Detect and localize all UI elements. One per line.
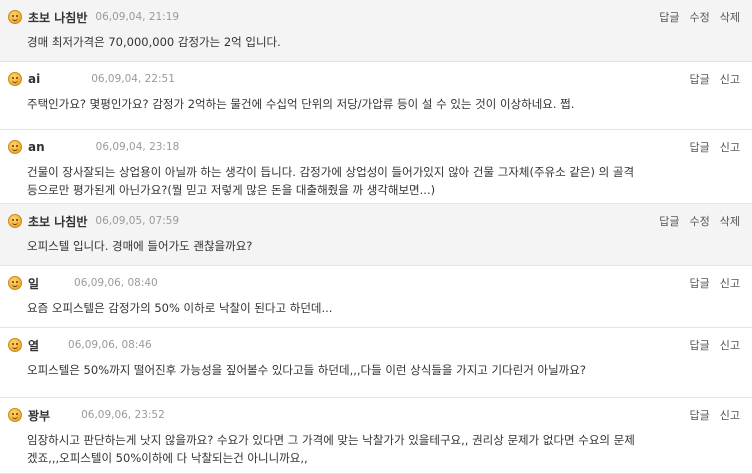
- comment-header: an 06,09,04, 23:18: [8, 139, 179, 155]
- comment-date: 06,09,06, 08:40: [74, 277, 158, 289]
- comment-author[interactable]: 열: [28, 337, 39, 354]
- report-button[interactable]: 신고: [720, 337, 740, 353]
- comment-date: 06,09,06, 23:52: [81, 409, 165, 421]
- comment-actions: 답글 신고: [680, 275, 741, 291]
- reply-button[interactable]: 답글: [690, 71, 710, 87]
- comment-date: 06,09,04, 22:51: [91, 73, 175, 85]
- report-button[interactable]: 신고: [720, 71, 740, 87]
- smiley-avatar-icon: [8, 10, 22, 24]
- report-button[interactable]: 신고: [720, 275, 740, 291]
- comment-item: 초보 나침반 06,09,05, 07:59 답글 수정 삭제오피스텔 입니다. 경매에…: [0, 204, 752, 266]
- comment-header: 초보 나침반 06,09,04, 21:19: [8, 9, 179, 25]
- comment-date: 06,09,04, 21:19: [95, 11, 180, 23]
- author-name-redaction: [41, 71, 84, 87]
- author-name-redaction: [45, 139, 88, 155]
- reply-button[interactable]: 답글: [659, 9, 679, 25]
- comment-header: 일 06,09,06, 08:40: [8, 275, 158, 291]
- smiley-avatar-icon: [8, 338, 22, 352]
- comment-header: ai 06,09,04, 22:51: [8, 71, 175, 87]
- comment-header: 열 06,09,06, 08:46: [8, 337, 152, 353]
- author-name-redaction: [40, 275, 67, 291]
- comment-item: an 06,09,04, 23:18 답글 신고건물이 장사잘되는 상업용이 아닐까 …: [0, 130, 752, 204]
- reply-button[interactable]: 답글: [690, 139, 710, 155]
- comment-item: 일 06,09,06, 08:40 답글 신고요즘 오피스텔은 감정가의 50% 이하…: [0, 266, 752, 328]
- comment-author[interactable]: 초보 나침반: [28, 213, 87, 230]
- smiley-avatar-icon: [8, 72, 22, 86]
- smiley-avatar-icon: [8, 214, 22, 228]
- comment-date: 06,09,05, 07:59: [95, 215, 180, 227]
- comment-actions: 답글 수정 삭제: [649, 9, 740, 25]
- comment-actions: 답글 신고: [680, 139, 741, 155]
- delete-button[interactable]: 삭제: [720, 213, 740, 229]
- author-name-redaction: [51, 407, 74, 423]
- comment-author[interactable]: an: [28, 140, 45, 154]
- comment-text: 건물이 장사잘되는 상업용이 아닐까 하는 생각이 듭니다. 감정가에 상업성이…: [27, 165, 635, 197]
- comment-item: ai 06,09,04, 22:51 답글 신고주택인가요? 몇평인가요? 감정가 2…: [0, 62, 752, 130]
- report-button[interactable]: 신고: [720, 407, 740, 423]
- edit-button[interactable]: 수정: [690, 9, 710, 25]
- comment-item: 꽝부 06,09,06, 23:52 답글 신고임장하시고 판단하는게 낫지 않을까요…: [0, 398, 752, 474]
- comment-item: 열 06,09,06, 08:46 답글 신고오피스텔은 50%까지 떨어진후 가능성…: [0, 328, 752, 398]
- smiley-avatar-icon: [8, 408, 22, 422]
- comment-actions: 답글 신고: [680, 337, 741, 353]
- reply-button[interactable]: 답글: [690, 337, 710, 353]
- edit-button[interactable]: 수정: [690, 213, 710, 229]
- comment-date: 06,09,04, 23:18: [95, 141, 180, 153]
- comment-author[interactable]: ai: [28, 72, 40, 86]
- reply-button[interactable]: 답글: [690, 407, 710, 423]
- comment-text: 요즘 오피스텔은 감정가의 50% 이하로 낙찰이 된다고 하던데...: [27, 301, 333, 315]
- author-name-redaction: [40, 337, 61, 353]
- comment-text: 주택인가요? 몇평인가요? 감정가 2억하는 물건에 수십억 단위의 저당/가압…: [27, 97, 575, 111]
- comment-text: 오피스텔은 50%까지 떨어진후 가능성을 짚어볼수 있다고들 하던데,,,다들…: [27, 363, 586, 377]
- comment-text: 오피스텔 입니다. 경매에 들어가도 괜찮을까요?: [27, 239, 253, 253]
- comment-actions: 답글 신고: [680, 407, 741, 423]
- reply-button[interactable]: 답글: [690, 275, 710, 291]
- comment-actions: 답글 신고: [680, 71, 741, 87]
- comment-date: 06,09,06, 08:46: [68, 339, 152, 351]
- comment-author[interactable]: 일: [28, 275, 39, 292]
- delete-button[interactable]: 삭제: [720, 9, 740, 25]
- comment-author[interactable]: 꽝부: [28, 407, 50, 424]
- comment-header: 초보 나침반 06,09,05, 07:59: [8, 213, 179, 229]
- smiley-avatar-icon: [8, 140, 22, 154]
- comment-actions: 답글 수정 삭제: [649, 213, 740, 229]
- comment-text: 임장하시고 판단하는게 낫지 않을까요? 수요가 있다면 그 가격에 맞는 낙찰…: [27, 433, 635, 465]
- comment-header: 꽝부 06,09,06, 23:52: [8, 407, 165, 423]
- comment-text: 경매 최저가격은 70,000,000 감정가는 2억 입니다.: [27, 35, 281, 49]
- smiley-avatar-icon: [8, 276, 22, 290]
- comment-author[interactable]: 초보 나침반: [28, 9, 87, 26]
- comment-list: 초보 나침반 06,09,04, 21:19 답글 수정 삭제 경매 최저가격은 70,0…: [0, 0, 752, 474]
- comment-item: 초보 나침반 06,09,04, 21:19 답글 수정 삭제경매 최저가격은 70,0…: [0, 0, 752, 62]
- reply-button[interactable]: 답글: [659, 213, 679, 229]
- report-button[interactable]: 신고: [720, 139, 740, 155]
